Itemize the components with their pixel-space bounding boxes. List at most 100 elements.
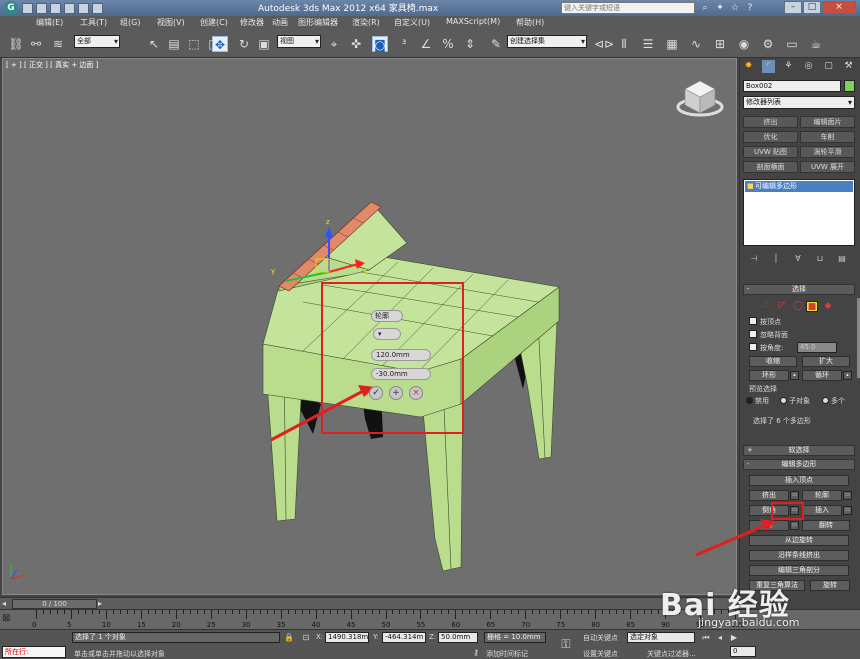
edit-named-sets-icon[interactable]: ✎	[488, 36, 504, 52]
maximize-button[interactable]: □	[803, 1, 821, 14]
element-mode-icon[interactable]: ◆	[822, 301, 834, 312]
select-rotate-icon[interactable]: ↻	[236, 36, 252, 52]
menu-maxscript[interactable]: MAXScript(M)	[446, 17, 500, 26]
layer-manager-icon[interactable]: ☰	[640, 36, 656, 52]
mod-extrude-button[interactable]: 挤出	[743, 116, 798, 128]
mod-turbosmooth-button[interactable]: 涡轮平滑	[800, 146, 855, 158]
auto-key-button[interactable]: 自动关键点	[583, 633, 618, 643]
selection-filter-dropdown[interactable]: 全部	[74, 35, 120, 48]
z-coordinate-field[interactable]: 50.0mm	[438, 632, 478, 643]
menu-edit[interactable]: 编辑(E)	[36, 17, 63, 28]
menu-rendering[interactable]: 渲染(R)	[352, 17, 380, 28]
prev-frame-icon[interactable]: ◂	[2, 599, 11, 609]
inset-button[interactable]: 插入	[802, 505, 842, 516]
preview-off-radio[interactable]	[746, 397, 753, 404]
subscription-icon[interactable]: ✦	[714, 2, 726, 14]
track-bar[interactable]: ⊠ 0 5 10 15 20 25 30 35 40 45 50 55 60 65 70 75 80 85 90 95…	[0, 609, 860, 629]
current-frame-field[interactable]: 0	[730, 646, 756, 657]
create-tab-icon[interactable]: ✸	[742, 60, 755, 73]
new-file-icon[interactable]	[22, 2, 33, 14]
menu-views[interactable]: 视图(V)	[157, 17, 185, 28]
retriangulate-button[interactable]: 重复三角算法	[749, 580, 805, 591]
mirror-icon[interactable]: ⊲⊳	[594, 36, 614, 52]
by-vertex-checkbox[interactable]	[749, 317, 757, 325]
graphite-ribbon-icon[interactable]: ▦	[664, 36, 680, 52]
set-key-button[interactable]: 设置关键点	[583, 649, 618, 659]
shrink-button[interactable]: 收缩	[749, 356, 797, 367]
mod-uvw-unwrap-button[interactable]: UVW 展开	[800, 161, 855, 173]
minimize-button[interactable]: –	[784, 1, 802, 14]
viewcube-icon[interactable]	[675, 79, 725, 119]
menu-customize[interactable]: 自定义(U)	[394, 17, 430, 28]
modifier-list-dropdown[interactable]: 修改器列表	[743, 96, 855, 109]
pivot-center-icon[interactable]: ⌖	[326, 36, 342, 52]
soft-selection-rollout[interactable]: + 软选择	[743, 445, 855, 456]
ring-spinner[interactable]: ▴	[790, 371, 799, 380]
turn-button[interactable]: 旋转	[810, 580, 850, 591]
menu-modifiers[interactable]: 修改器	[240, 17, 264, 28]
border-mode-icon[interactable]: ◯	[792, 301, 804, 312]
caddy-ok-icon[interactable]: ✓	[369, 386, 383, 400]
open-file-icon[interactable]	[36, 2, 47, 14]
caddy-apply-icon[interactable]: +	[389, 386, 403, 400]
preview-multi-radio[interactable]	[822, 397, 829, 404]
add-time-tag-label[interactable]: 添加时间标记	[486, 649, 528, 659]
star-icon[interactable]: ☆	[729, 2, 741, 14]
select-move-icon[interactable]: ✥	[212, 36, 228, 52]
link-icon[interactable]: ⛓	[8, 36, 24, 52]
select-by-name-icon[interactable]: ▤	[166, 36, 182, 52]
selection-rollout[interactable]: - 选择	[743, 284, 855, 295]
key-mode-dropdown[interactable]: 选定对象	[627, 632, 695, 643]
configure-sets-icon[interactable]: ▤	[836, 253, 848, 264]
redo-icon[interactable]	[78, 2, 89, 14]
menu-create[interactable]: 创建(C)	[200, 17, 228, 28]
mod-optimize-button[interactable]: 优化	[743, 131, 798, 143]
menu-group[interactable]: 组(G)	[120, 17, 140, 28]
time-tag-icon[interactable]: ⚷	[470, 647, 482, 658]
spinner-snap-icon[interactable]: ⇕	[462, 36, 478, 52]
object-color-swatch[interactable]	[844, 80, 855, 92]
edge-mode-icon[interactable]: ◸	[776, 301, 788, 312]
binoculars-icon[interactable]: ⌕	[699, 2, 711, 14]
play-icon[interactable]: ▶	[728, 632, 740, 643]
by-angle-checkbox[interactable]	[749, 343, 757, 351]
unlink-icon[interactable]: ⚯	[28, 36, 44, 52]
remove-modifier-icon[interactable]: ⊔	[814, 253, 826, 264]
utilities-tab-icon[interactable]: ⚒	[842, 60, 855, 73]
grow-button[interactable]: 扩大	[802, 356, 850, 367]
pin-stack-icon[interactable]: ⊣	[748, 253, 760, 264]
inset-settings-icon[interactable]: ▭	[843, 506, 852, 515]
percent-snap-icon[interactable]: %	[440, 36, 456, 52]
mod-edit-patch-button[interactable]: 编辑面片	[800, 116, 855, 128]
stack-item-editable-poly[interactable]: 可编辑多边形	[745, 181, 853, 192]
ref-coord-dropdown[interactable]: 视图	[277, 35, 321, 48]
align-icon[interactable]: ⫴	[616, 36, 632, 52]
rendered-frame-icon[interactable]: ▭	[784, 36, 800, 52]
bridge-settings-icon[interactable]: ▭	[790, 521, 799, 530]
help-icon[interactable]: ?	[744, 2, 756, 14]
insert-vertex-button[interactable]: 插入顶点	[749, 475, 849, 486]
keyboard-shortcut-icon[interactable]: ◙	[372, 36, 388, 52]
render-setup-icon[interactable]: ⚙	[760, 36, 776, 52]
rect-selection-icon[interactable]: ⬚	[186, 36, 202, 52]
angle-field[interactable]: 45.0	[797, 342, 837, 353]
flip-button[interactable]: 翻转	[802, 520, 850, 531]
menu-help[interactable]: 帮助(H)	[516, 17, 544, 28]
key-filters-button[interactable]: 关键点过滤器...	[647, 649, 696, 659]
preview-subobj-radio[interactable]	[780, 397, 787, 404]
ring-button[interactable]: 环形	[749, 370, 789, 381]
mod-lathe-button[interactable]: 车削	[800, 131, 855, 143]
mod-uvw-map-button[interactable]: UVW 贴图	[743, 146, 798, 158]
material-editor-icon[interactable]: ◉	[736, 36, 752, 52]
close-button[interactable]: ×	[822, 1, 856, 14]
loop-button[interactable]: 循环	[802, 370, 842, 381]
snaps-toggle-icon[interactable]: ³	[396, 36, 412, 52]
named-selection-dropdown[interactable]: 创建选择集	[507, 35, 587, 48]
app-logo[interactable]: G	[0, 0, 22, 16]
perspective-viewport[interactable]: [ + ] [ 正交 ] [ 真实 + 边面 ] y z x 轮廓 ▾ 120.…	[2, 58, 737, 595]
caddy-mode-dropdown[interactable]: ▾	[373, 328, 401, 340]
caddy-height-field[interactable]: 120.0mm	[371, 349, 431, 361]
prev-key-icon[interactable]: ◂	[714, 632, 726, 643]
edit-triangulation-button[interactable]: 编辑三角剖分	[749, 565, 849, 576]
vertex-mode-icon[interactable]: ∴	[760, 301, 772, 312]
